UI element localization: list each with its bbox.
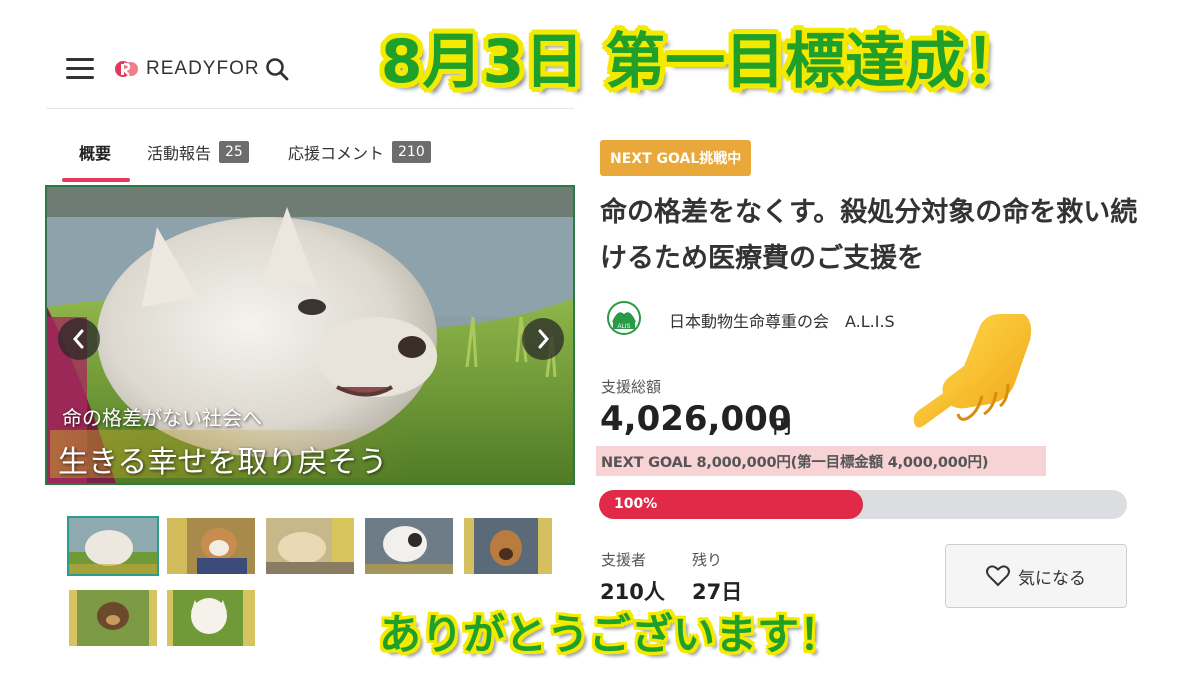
thanks-message: ありがとうございます！	[378, 610, 841, 659]
supporters-label: 支援者	[601, 551, 647, 569]
organization-logo-icon[interactable]: ALIS	[606, 300, 642, 336]
readyfor-logo-mark	[115, 61, 138, 77]
gallery-thumbnail[interactable]	[165, 588, 257, 648]
gallery-thumbnail[interactable]	[165, 516, 257, 576]
logo-text: READYFOR	[146, 58, 260, 79]
hamburger-menu-icon[interactable]	[66, 58, 94, 80]
tab-label: 応援コメント	[288, 144, 385, 163]
amount-unit: 円	[773, 417, 791, 438]
heart-icon	[986, 565, 1010, 587]
search-icon[interactable]	[265, 57, 289, 81]
achievement-banner: 8月3日 第一目標達成！	[380, 27, 1026, 97]
active-tab-indicator	[62, 178, 130, 182]
organization-name[interactable]: 日本動物生命尊重の会 A.L.I.S	[669, 308, 895, 332]
tab-support-comments[interactable]: 応援コメント 210	[288, 140, 431, 164]
remaining-label: 残り	[692, 551, 723, 569]
next-goal-text: NEXT GOAL 8,000,000円(第一目標金額 4,000,000円)	[601, 455, 989, 471]
remaining-days: 27日	[692, 580, 743, 604]
gallery-thumbnail[interactable]	[67, 516, 159, 576]
favorite-label: 気になる	[1018, 568, 1086, 589]
photo-caption-line1: 命の格差がない社会へ	[62, 406, 262, 430]
svg-text:ALIS: ALIS	[617, 324, 630, 330]
pointing-hand-icon	[913, 314, 1032, 428]
chevron-left-icon	[73, 329, 84, 349]
tab-activity-reports[interactable]: 活動報告 25	[147, 140, 249, 164]
total-amount: 4,026,000	[600, 399, 792, 439]
gallery-thumbnail[interactable]	[67, 588, 159, 648]
progress-bar	[599, 490, 1127, 519]
gallery-thumbnail[interactable]	[264, 516, 356, 576]
progress-percent: 100%	[614, 496, 658, 512]
header-divider	[46, 108, 574, 109]
project-title: 命の格差をなくす。殺処分対象の命を救い続けるため医療費のご支援を	[600, 197, 1138, 274]
status-badge: NEXT GOAL挑戦中	[600, 140, 752, 176]
tab-label: 概要	[79, 144, 112, 163]
previous-image-button[interactable]	[58, 318, 100, 360]
tab-overview[interactable]: 概要	[79, 140, 111, 164]
next-image-button[interactable]	[522, 318, 564, 360]
chevron-right-icon	[538, 329, 549, 349]
count-badge: 210	[392, 141, 431, 163]
tab-label: 活動報告	[147, 144, 212, 163]
photo-caption-line2: 生きる幸せを取り戻そう	[58, 445, 388, 480]
favorite-button[interactable]: 気になる	[945, 544, 1127, 608]
readyfor-logo[interactable]: READYFOR	[114, 58, 260, 80]
supporters-count: 210人	[600, 580, 665, 604]
total-amount-label: 支援総額	[601, 378, 662, 396]
gallery-thumbnail[interactable]	[462, 516, 554, 576]
gallery-thumbnail[interactable]	[363, 516, 455, 576]
count-badge: 25	[219, 141, 249, 163]
